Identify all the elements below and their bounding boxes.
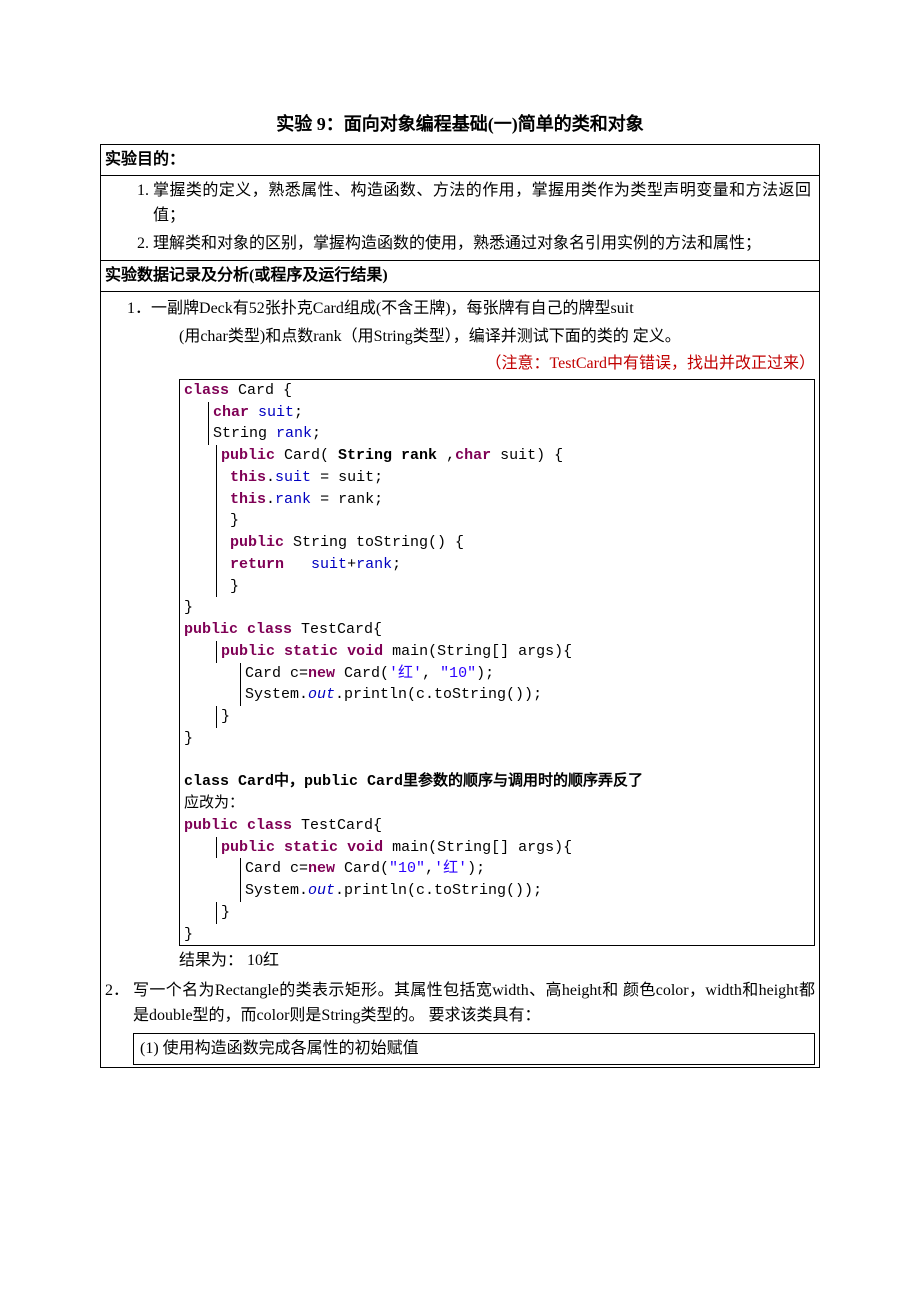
goal-header: 实验目的：: [101, 145, 820, 176]
goal-list: 掌握类的定义，熟悉属性、构造函数、方法的作用，掌握用类作为类型声明变量和方法返回…: [105, 178, 815, 257]
goal-item: 理解类和对象的区别，掌握构造函数的使用，熟悉通过对象名引用实例的方法和属性；: [153, 231, 815, 257]
goal-item: 掌握类的定义，熟悉属性、构造函数、方法的作用，掌握用类作为类型声明变量和方法返回…: [153, 178, 815, 229]
result-line: 结果为： 10红: [179, 948, 815, 974]
content-cell: 1．一副牌Deck有52张扑克Card组成(不含王牌)，每张牌有自己的牌型sui…: [101, 291, 820, 1067]
q2: 2． 写一个名为Rectangle的类表示矩形。其属性包括宽width、高hei…: [105, 978, 815, 1029]
q1-line1: 1．一副牌Deck有52张扑克Card组成(不含王牌)，每张牌有自己的牌型sui…: [125, 296, 815, 322]
q1-line2: (用char类型)和点数rank（用String类型），编译并测试下面的类的 定…: [179, 324, 815, 350]
q2-sub: (1) 使用构造函数完成各属性的初始赋值: [133, 1033, 815, 1065]
q2-body: 写一个名为Rectangle的类表示矩形。其属性包括宽width、高height…: [133, 978, 815, 1029]
q1-num: 1．: [127, 300, 151, 317]
explain-line-1: class Card中，public Card里参数的顺序与调用时的顺序弄反了: [184, 773, 643, 790]
code-block-1: class Card { char suit; String rank; pub…: [179, 379, 815, 947]
page-title: 实验 9：面向对象编程基础(一)简单的类和对象: [100, 110, 820, 136]
q1-note: （注意：TestCard中有错误，找出并改正过来）: [179, 351, 815, 377]
lab-table: 实验目的： 掌握类的定义，熟悉属性、构造函数、方法的作用，掌握用类作为类型声明变…: [100, 144, 820, 1068]
data-header: 实验数据记录及分析(或程序及运行结果): [101, 261, 820, 292]
q2-num: 2．: [105, 978, 133, 1029]
goal-cell: 掌握类的定义，熟悉属性、构造函数、方法的作用，掌握用类作为类型声明变量和方法返回…: [101, 175, 820, 261]
explain-line-2: 应改为：: [184, 795, 244, 811]
